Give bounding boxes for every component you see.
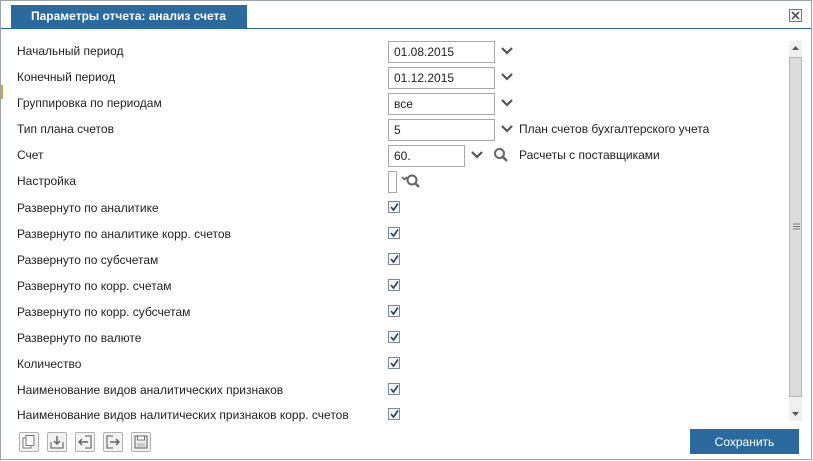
checkbox-label: Развернуто по корр. счетам xyxy=(17,279,172,293)
forward-button[interactable] xyxy=(103,432,123,452)
save-button[interactable]: Сохранить xyxy=(690,429,799,454)
checkbox-expanded-corr-accounts[interactable] xyxy=(388,279,400,291)
row-checkbox: Развернуто по аналитике корр. счетов xyxy=(17,224,787,244)
checkmark-icon xyxy=(390,255,399,264)
chart-type-description: План счетов бухгалтерского учета xyxy=(519,122,710,136)
checkbox-expanded-analytics[interactable] xyxy=(388,201,400,213)
title-underline xyxy=(1,28,811,29)
setting-field[interactable] xyxy=(388,171,397,193)
close-icon xyxy=(791,11,800,20)
checkbox-label: Развернуто по валюте xyxy=(17,331,142,345)
checkbox-expanded-subaccounts[interactable] xyxy=(388,253,400,265)
scroll-up-icon[interactable] xyxy=(791,44,800,53)
checkbox-label: Развернуто по аналитике корр. счетов xyxy=(17,227,231,241)
row-checkbox: Количество xyxy=(17,354,787,374)
chevron-down-icon[interactable] xyxy=(469,147,485,163)
chevron-down-icon[interactable] xyxy=(499,95,515,111)
checkbox-quantity[interactable] xyxy=(388,357,400,369)
checkbox-expanded-corr-subaccounts[interactable] xyxy=(388,305,400,317)
row-end-period: Конечный период 01.12.2015 xyxy=(17,67,787,89)
grouping-select[interactable]: все xyxy=(388,93,495,115)
row-checkbox: Развернуто по корр. субсчетам xyxy=(17,302,787,322)
back-icon xyxy=(78,435,92,449)
account-description: Расчеты с поставщиками xyxy=(519,148,660,162)
row-checkbox: Развернуто по корр. счетам xyxy=(17,276,787,296)
chevron-down-icon[interactable] xyxy=(499,121,515,137)
dialog-title: Параметры отчета: анализ счета xyxy=(11,5,247,28)
chevron-down-icon[interactable] xyxy=(499,43,515,59)
row-account: Счет 60. Расчеты с поставщиками xyxy=(17,145,787,167)
checkmark-icon xyxy=(390,385,399,394)
checkmark-icon xyxy=(390,203,399,212)
row-checkbox: Развернуто по аналитике xyxy=(17,198,787,218)
checkbox-label: Наименование видов налитических признако… xyxy=(17,408,349,422)
account-label: Счет xyxy=(17,148,44,162)
scroll-thumb[interactable] xyxy=(789,57,802,397)
search-icon[interactable] xyxy=(493,147,509,163)
checkmark-icon xyxy=(390,229,399,238)
scroll-down-icon[interactable] xyxy=(791,409,800,418)
row-start-period: Начальный период 01.08.2015 xyxy=(17,41,787,63)
chart-type-field[interactable]: 5 xyxy=(388,119,495,141)
checkbox-label: Развернуто по субсчетам xyxy=(17,253,159,267)
row-checkbox: Наименование видов аналитических признак… xyxy=(17,380,787,400)
row-checkbox: Развернуто по субсчетам xyxy=(17,250,787,270)
row-checkbox: Развернуто по валюте xyxy=(17,328,787,348)
import-icon xyxy=(50,436,64,449)
account-field[interactable]: 60. xyxy=(388,145,465,167)
checkmark-icon xyxy=(390,410,399,419)
forward-icon xyxy=(106,435,120,449)
end-period-label: Конечный период xyxy=(17,70,116,84)
report-params-dialog: Параметры отчета: анализ счета Начальный… xyxy=(0,0,812,460)
checkmark-icon xyxy=(390,333,399,342)
setting-label: Настройка xyxy=(17,174,77,188)
save-disk-button[interactable] xyxy=(131,432,151,452)
end-period-field[interactable]: 01.12.2015 xyxy=(388,67,495,89)
back-button[interactable] xyxy=(75,432,95,452)
chart-type-label: Тип плана счетов xyxy=(17,122,114,136)
left-edge-marker xyxy=(1,85,3,99)
start-period-field[interactable]: 01.08.2015 xyxy=(388,41,495,63)
checkbox-expanded-currency[interactable] xyxy=(388,331,400,343)
checkbox-label: Развернуто по корр. субсчетам xyxy=(17,305,191,319)
checkbox-label: Количество xyxy=(17,357,82,371)
row-checkbox: Наименование видов налитических признако… xyxy=(17,405,787,425)
row-grouping: Группировка по периодам все xyxy=(17,93,787,115)
grip-icon xyxy=(793,223,800,230)
row-setting: Настройка xyxy=(17,171,787,193)
grouping-label: Группировка по периодам xyxy=(17,96,162,110)
vertical-scrollbar[interactable] xyxy=(789,41,802,421)
checkbox-analytic-names[interactable] xyxy=(388,383,400,395)
close-button[interactable] xyxy=(789,9,802,22)
row-chart-type: Тип плана счетов 5 План счетов бухгалтер… xyxy=(17,119,787,141)
checkmark-icon xyxy=(390,307,399,316)
checkmark-icon xyxy=(390,281,399,290)
dropdown-search-icon[interactable] xyxy=(401,173,421,189)
checkbox-analytic-names-corr[interactable] xyxy=(388,408,400,420)
checkbox-expanded-analytics-corr[interactable] xyxy=(388,227,400,239)
chevron-down-icon[interactable] xyxy=(499,69,515,85)
checkmark-icon xyxy=(390,359,399,368)
checkbox-label: Развернуто по аналитике xyxy=(17,201,159,215)
import-button[interactable] xyxy=(47,432,67,452)
copy-icon xyxy=(22,435,35,449)
save-disk-icon xyxy=(134,435,148,449)
copy-button[interactable] xyxy=(19,432,39,452)
start-period-label: Начальный период xyxy=(17,44,124,58)
checkbox-label: Наименование видов аналитических признак… xyxy=(17,383,284,397)
